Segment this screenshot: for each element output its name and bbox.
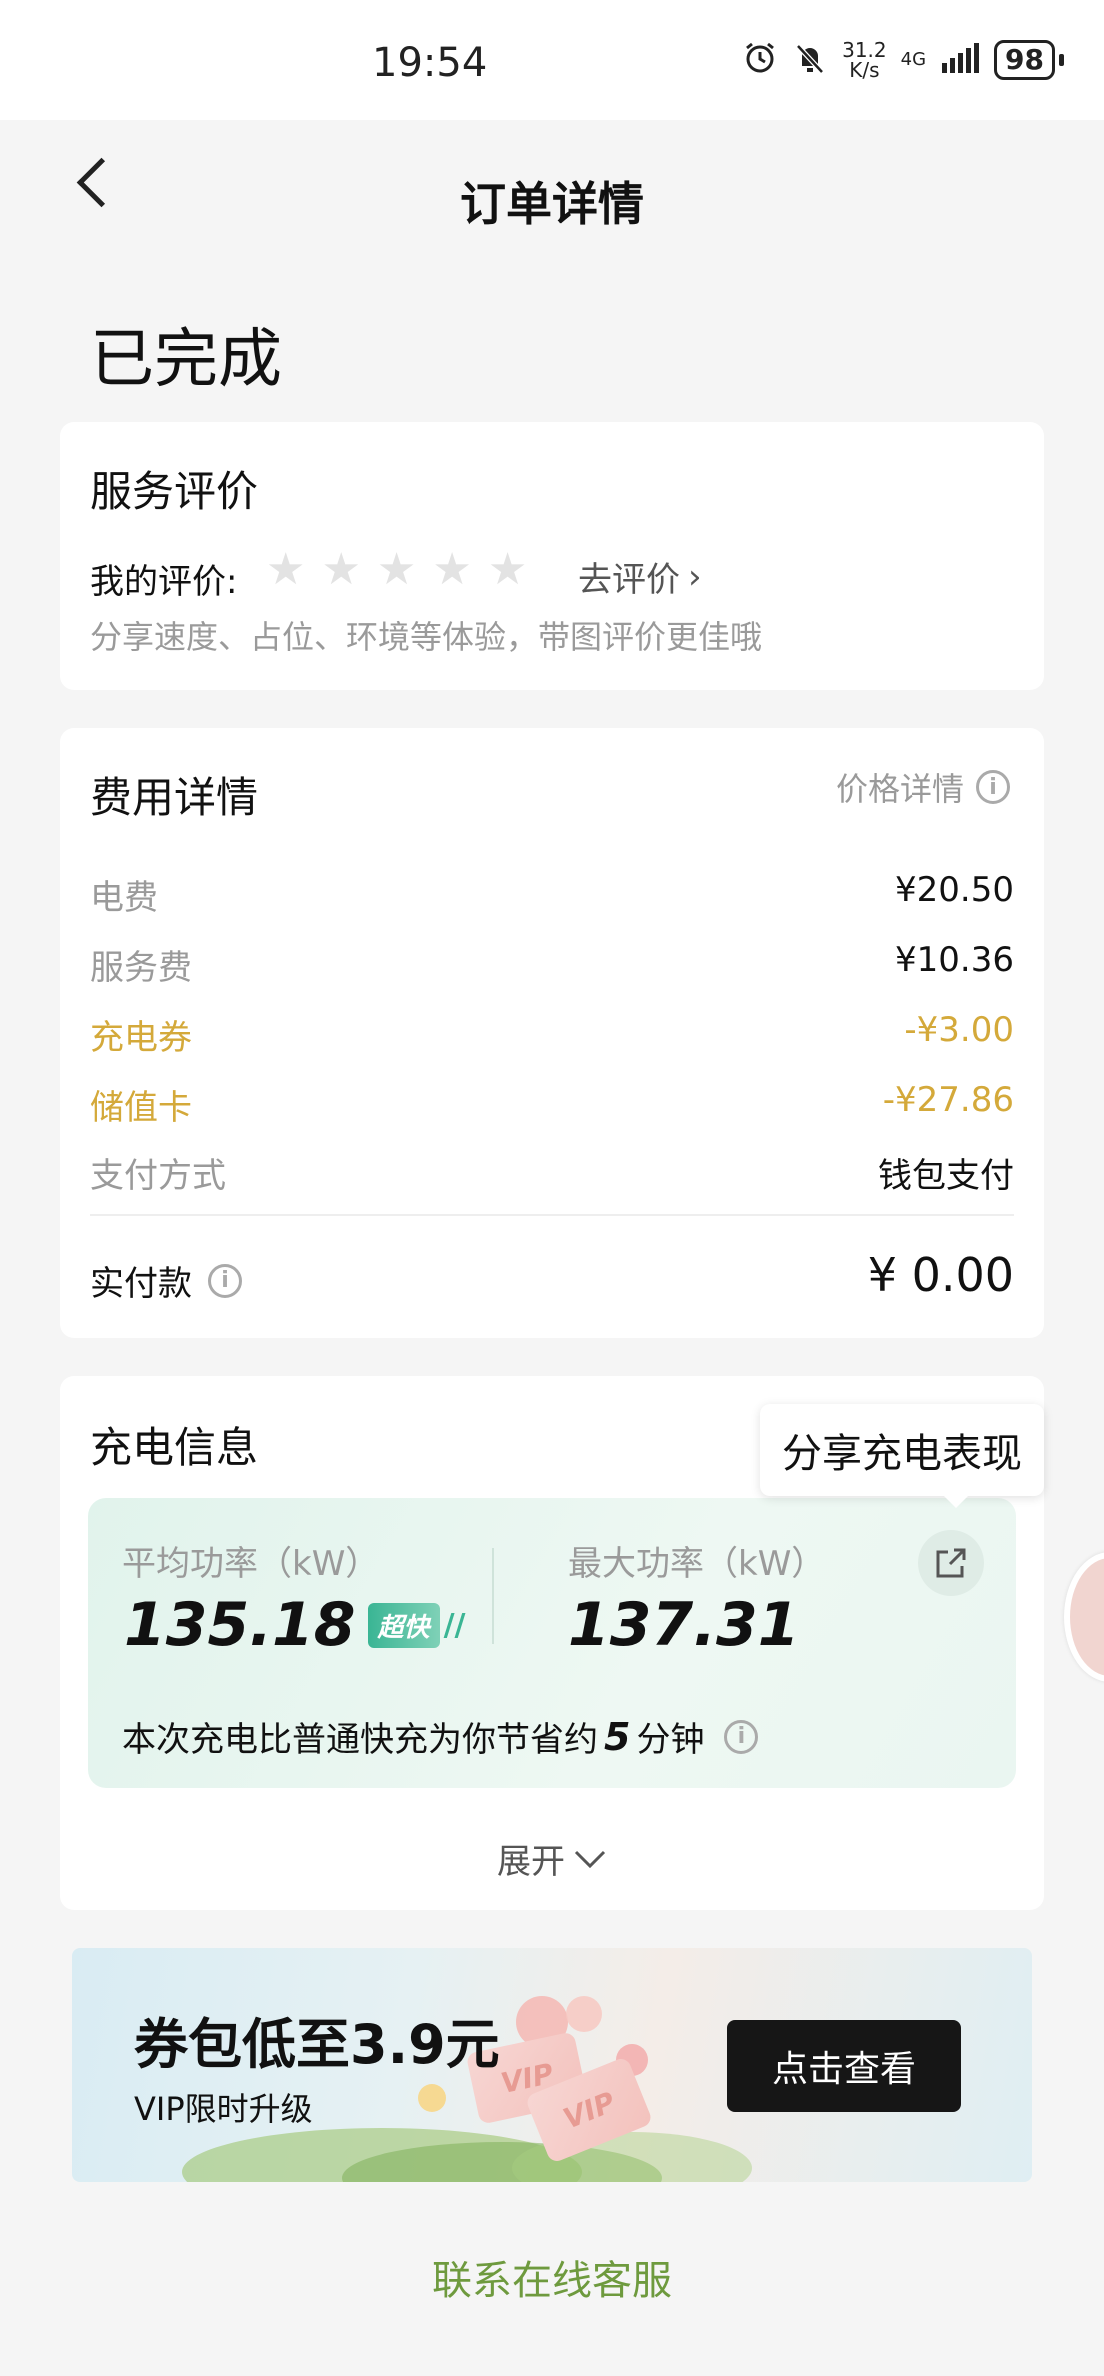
chevron-right-icon: › (688, 556, 702, 597)
price-detail-link[interactable]: 价格详情 i (836, 764, 1010, 810)
fee-value: -¥27.86 (882, 1080, 1014, 1120)
fees-title: 费用详情 (90, 773, 259, 822)
avg-power-label: 平均功率（kW） (122, 1544, 380, 1584)
expand-button[interactable]: 展开 (0, 1834, 1104, 1883)
star-icon[interactable]: ★ (432, 548, 471, 592)
share-icon (936, 1548, 966, 1578)
fee-label: 电费 (90, 878, 158, 918)
price-detail-label: 价格详情 (835, 770, 964, 808)
divider (90, 1214, 1014, 1216)
battery-icon: 98 (994, 40, 1055, 80)
power-divider (492, 1548, 494, 1644)
floating-avatar[interactable] (1064, 1552, 1104, 1682)
star-icon[interactable]: ★ (321, 548, 360, 592)
contact-support-link[interactable]: 联系在线客服 (0, 2248, 1104, 2306)
status-icons: 31.2 K/s 4G 98 (742, 40, 1064, 80)
battery-tip (1059, 54, 1064, 66)
info-icon[interactable]: i (724, 1719, 759, 1754)
fee-label: 服务费 (90, 948, 192, 988)
paid-label: 实付款 (90, 1264, 192, 1304)
saving-post: 分钟 (636, 1720, 705, 1760)
go-review-link[interactable]: 去评价 › (578, 552, 702, 601)
share-tooltip[interactable]: 分享充电表现 (760, 1404, 1044, 1496)
info-icon[interactable]: i (208, 1263, 242, 1298)
net-speed: 31.2 K/s (842, 38, 887, 82)
share-button[interactable] (918, 1530, 984, 1596)
saving-pre: 本次充电比普通快充为你节省约 (122, 1720, 598, 1760)
avg-power-value: 135.18 (124, 1590, 356, 1660)
my-review-label: 我的评价: (90, 562, 238, 602)
max-power-value: 137.31 (568, 1590, 800, 1660)
banner-subtitle: VIP限时升级 (134, 2090, 313, 2128)
fee-value: -¥3.00 (904, 1010, 1014, 1050)
fee-label: 支付方式 (90, 1156, 226, 1196)
signal-icon (940, 43, 980, 77)
saving-num: 5 (604, 1714, 631, 1759)
banner-title: 券包低至3.9元 (134, 2013, 500, 2076)
mute-icon (792, 40, 828, 80)
avg-power-group: 135.18 超快 // (124, 1590, 465, 1660)
info-icon: i (976, 770, 1010, 804)
tooltip-arrow (940, 1492, 972, 1508)
fee-value: ¥10.36 (895, 940, 1014, 980)
banner-view-button[interactable]: 点击查看 (727, 2020, 961, 2112)
star-icon[interactable]: ★ (266, 548, 305, 592)
chevron-down-icon (574, 1850, 606, 1868)
ultra-fast-badge: 超快 (367, 1602, 440, 1648)
alarm-icon (742, 40, 778, 80)
fee-value: ¥20.50 (895, 870, 1014, 910)
fee-value: 钱包支付 (878, 1156, 1014, 1196)
star-icon[interactable]: ★ (377, 548, 416, 592)
status-time: 19:54 (372, 40, 488, 86)
network-type: 4G (900, 49, 927, 70)
badge-stripes: // (443, 1607, 466, 1643)
paid-value: ¥ 0.00 (867, 1248, 1014, 1302)
expand-label: 展开 (497, 1842, 565, 1882)
max-power-label: 最大功率（kW） (568, 1544, 826, 1584)
go-review-label: 去评价 (578, 560, 680, 600)
saving-text: 本次充电比普通快充为你节省约 5 分钟 i (122, 1712, 759, 1761)
charging-title: 充电信息 (90, 1423, 259, 1472)
fee-label: 充电券 (90, 1018, 192, 1058)
order-status: 已完成 (90, 323, 282, 397)
star-icon[interactable]: ★ (488, 548, 527, 592)
fee-label: 储值卡 (90, 1088, 192, 1128)
rating-stars[interactable]: ★ ★ ★ ★ ★ (266, 548, 527, 592)
page-title: 订单详情 (460, 177, 644, 231)
review-title: 服务评价 (90, 467, 259, 516)
paid-label-group: 实付款 i (90, 1256, 242, 1305)
review-hint: 分享速度、占位、环境等体验，带图评价更佳哦 (90, 618, 763, 656)
